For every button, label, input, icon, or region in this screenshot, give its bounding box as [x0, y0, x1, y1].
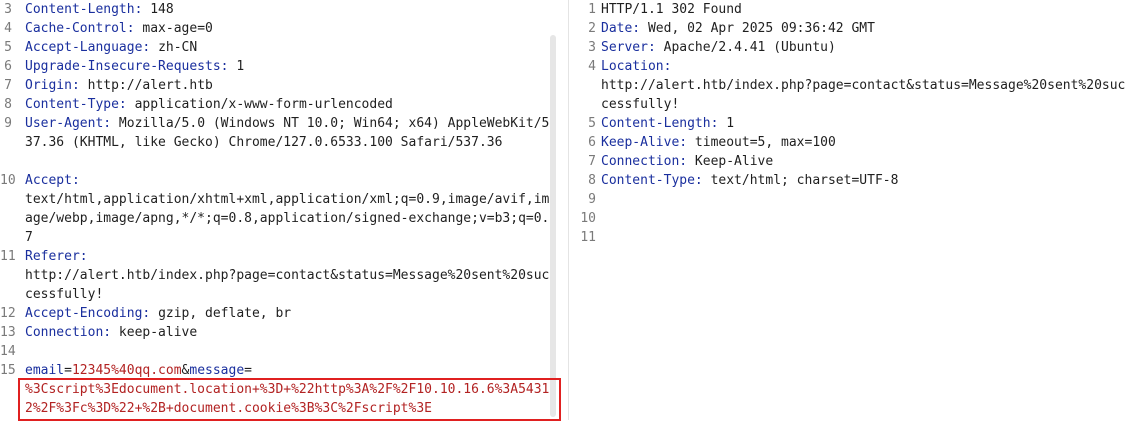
- body-param-key: message: [189, 363, 245, 378]
- request-line-number: 14: [0, 344, 16, 359]
- response-line-number: 11: [580, 230, 596, 245]
- response-line[interactable]: HTTP/1.1 302 Found: [601, 0, 1131, 19]
- request-header-value: application/x-www-form-urlencoded: [134, 97, 393, 112]
- response-header-name: Keep-Alive:: [601, 135, 695, 150]
- response-line-number: 6: [588, 135, 596, 150]
- request-line[interactable]: Content-Type: application/x-www-form-url…: [25, 95, 555, 114]
- request-line-number: 15: [0, 363, 16, 378]
- request-header-name: Referer:: [25, 249, 88, 264]
- request-header-value: http://alert.htb/index.php?page=contact&…: [25, 268, 550, 302]
- request-line-number: 7: [4, 78, 12, 93]
- response-header-value: http://alert.htb/index.php?page=contact&…: [601, 78, 1126, 112]
- request-header-value: keep-alive: [118, 325, 198, 340]
- response-line-number: 2: [588, 21, 596, 36]
- request-line[interactable]: Cache-Control: max-age=0: [25, 19, 555, 38]
- response-header-name: Connection:: [601, 154, 695, 169]
- response-line-number: 4: [588, 59, 596, 74]
- request-line-number: 11: [0, 249, 16, 264]
- request-header-name: Content-Type:: [25, 97, 135, 112]
- request-header-name: User-Agent:: [25, 116, 119, 131]
- response-line[interactable]: Connection: Keep-Alive: [601, 152, 1131, 171]
- pane-divider: [568, 0, 569, 420]
- request-header-name: Accept:: [25, 173, 80, 188]
- response-line[interactable]: [601, 209, 1131, 228]
- response-header-value: Wed, 02 Apr 2025 09:36:42 GMT: [647, 21, 875, 36]
- request-header-name: Accept-Encoding:: [25, 306, 159, 321]
- request-editor[interactable]: 3 4 5 6 7 8 9 10 11 12 13 14 15 Content-Length: 148 C…: [0, 0, 558, 423]
- request-header-name: Cache-Control:: [25, 21, 143, 36]
- request-line-numbers: 3 4 5 6 7 8 9 10 11 12 13 14 15: [0, 0, 16, 423]
- response-header-value: HTTP/1.1 302 Found: [601, 2, 742, 17]
- request-scrollbar[interactable]: [550, 35, 556, 417]
- request-header-value: max-age=0: [142, 21, 213, 36]
- request-header-value: gzip, deflate, br: [158, 306, 292, 321]
- request-line[interactable]: User-Agent: Mozilla/5.0 (Windows NT 10.0…: [25, 114, 555, 171]
- request-header-value: text/html,application/xhtml+xml,applicat…: [25, 192, 550, 245]
- request-line-number: 3: [4, 2, 12, 17]
- response-header-name: Content-Length:: [601, 116, 727, 131]
- body-param-key: email: [25, 363, 65, 378]
- request-header-name: Origin:: [25, 78, 88, 93]
- response-line-number: 8: [588, 173, 596, 188]
- response-header-value: Keep-Alive: [694, 154, 774, 169]
- response-line[interactable]: [601, 228, 1131, 247]
- request-line-number: 4: [4, 21, 12, 36]
- request-header-name: Accept-Language:: [25, 40, 159, 55]
- request-line-number: 8: [4, 97, 12, 112]
- response-line-number: 5: [588, 116, 596, 131]
- request-text[interactable]: Content-Length: 148 Cache-Control: max-ag…: [25, 0, 555, 418]
- response-header-name: Server:: [601, 40, 664, 55]
- request-line[interactable]: Accept-Encoding: gzip, deflate, br: [25, 304, 555, 323]
- request-header-value: 1: [236, 59, 245, 74]
- request-header-name: Upgrade-Insecure-Requests:: [25, 59, 237, 74]
- response-header-name: Content-Type:: [601, 173, 711, 188]
- request-line-number: 5: [4, 40, 12, 55]
- request-line[interactable]: Accept: text/html,application/xhtml+xml,a…: [25, 171, 555, 247]
- response-editor[interactable]: 1 2 3 4 5 6 7 8 9 10 11 HTTP/1.1 302 Found Date: We…: [576, 0, 1134, 423]
- request-header-name: Connection:: [25, 325, 119, 340]
- request-header-name: Content-Length:: [25, 2, 151, 17]
- response-line[interactable]: Content-Length: 1: [601, 114, 1131, 133]
- request-line[interactable]: Accept-Language: zh-CN: [25, 38, 555, 57]
- response-line-numbers: 1 2 3 4 5 6 7 8 9 10 11: [576, 0, 596, 423]
- response-line[interactable]: Date: Wed, 02 Apr 2025 09:36:42 GMT: [601, 19, 1131, 38]
- request-line[interactable]: Referer: http://alert.htb/index.php?page=…: [25, 247, 555, 304]
- request-header-value: 148: [150, 2, 174, 17]
- response-line-number: 3: [588, 40, 596, 55]
- response-line-number: 1: [588, 2, 596, 17]
- request-header-value: zh-CN: [158, 40, 198, 55]
- payload-highlight-box: [18, 378, 561, 421]
- response-line[interactable]: Location: http://alert.htb/index.php?page…: [601, 57, 1131, 114]
- request-line[interactable]: Upgrade-Insecure-Requests: 1: [25, 57, 555, 76]
- response-header-value: timeout=5, max=100: [694, 135, 836, 150]
- response-line[interactable]: Server: Apache/2.4.41 (Ubuntu): [601, 38, 1131, 57]
- request-line[interactable]: Connection: keep-alive: [25, 323, 555, 342]
- response-line-number: 9: [588, 192, 596, 207]
- response-text[interactable]: HTTP/1.1 302 Found Date: Wed, 02 Apr 2025…: [601, 0, 1131, 247]
- response-header-value: text/html; charset=UTF-8: [710, 173, 899, 188]
- request-line-number: 9: [4, 116, 12, 131]
- request-header-value: http://alert.htb: [87, 78, 213, 93]
- response-header-value: 1: [726, 116, 735, 131]
- response-header-value: Apache/2.4.41 (Ubuntu): [663, 40, 836, 55]
- request-line-number: 13: [0, 325, 16, 340]
- response-line[interactable]: Content-Type: text/html; charset=UTF-8: [601, 171, 1131, 190]
- response-line[interactable]: [601, 190, 1131, 209]
- body-param-value: 12345%40qq.com: [71, 363, 182, 378]
- response-header-name: Location:: [601, 59, 672, 74]
- request-line[interactable]: Content-Length: 148: [25, 0, 555, 19]
- request-line-number: 6: [4, 59, 12, 74]
- request-line[interactable]: [25, 342, 555, 361]
- pane-splitter[interactable]: [558, 0, 576, 423]
- response-header-name: Date:: [601, 21, 648, 36]
- body-param-equals: =: [244, 363, 252, 378]
- request-line[interactable]: Origin: http://alert.htb: [25, 76, 555, 95]
- response-line-number: 7: [588, 154, 596, 169]
- body-param-equals: =: [64, 363, 72, 378]
- response-line-number: 10: [580, 211, 596, 226]
- request-line-number: 12: [0, 306, 16, 321]
- response-line[interactable]: Keep-Alive: timeout=5, max=100: [601, 133, 1131, 152]
- request-line-number: 10: [0, 173, 16, 188]
